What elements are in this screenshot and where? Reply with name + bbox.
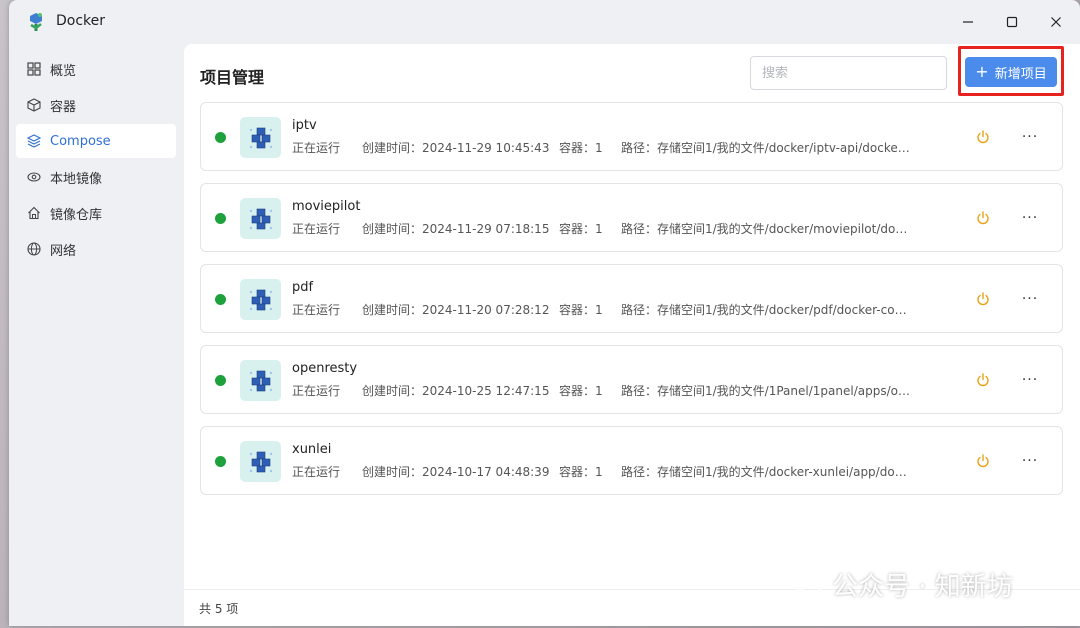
- compose-project-icon: [240, 198, 281, 239]
- docker-logo-icon: [27, 12, 47, 32]
- sidebar-item-local-images[interactable]: 本地镜像: [16, 160, 176, 194]
- project-container-count: 容器：1: [559, 303, 603, 317]
- sidebar-item-label: 网络: [50, 243, 77, 259]
- sidebar-item-label: 本地镜像: [50, 171, 103, 187]
- sidebar-item-label: 概览: [50, 63, 77, 79]
- project-card[interactable]: pdf 正在运行 创建时间：2024-11-20 07:28:12 容器：1 路径：存…: [200, 264, 1063, 333]
- sidebar-item-compose[interactable]: Compose: [16, 124, 176, 158]
- project-name[interactable]: openresty: [292, 361, 357, 376]
- more-options-icon[interactable]: ···: [1019, 127, 1041, 147]
- power-icon[interactable]: [973, 127, 993, 147]
- sidebar-item-containers[interactable]: 容器: [16, 88, 176, 122]
- plus-icon: +: [975, 62, 989, 81]
- running-status-dot: [215, 294, 226, 305]
- project-created-time: 创建时间：2024-11-29 07:18:15: [362, 222, 550, 236]
- project-name[interactable]: moviepilot: [292, 199, 360, 214]
- sidebar-item-label: 镜像仓库: [50, 207, 103, 223]
- project-path: 路径：存储空间1/我的文件/docker/iptv-api/docker-com…: [621, 141, 913, 155]
- close-button[interactable]: [1042, 10, 1070, 34]
- title-bar: Docker: [9, 0, 1080, 44]
- item-count: 共 5 项: [199, 602, 239, 616]
- power-icon[interactable]: [973, 208, 993, 228]
- more-options-icon[interactable]: ···: [1019, 208, 1041, 228]
- project-created-time: 创建时间：2024-11-20 07:28:12: [362, 303, 550, 317]
- project-container-count: 容器：1: [559, 465, 603, 479]
- project-meta: 正在运行 创建时间：2024-10-17 04:48:39 容器：1 路径：存储空间1…: [292, 463, 913, 480]
- watermark: 公众号 · 知新坊: [784, 565, 1013, 604]
- compose-project-icon: [240, 279, 281, 320]
- sidebar-item-overview[interactable]: 概览: [16, 52, 176, 86]
- cube-icon: [26, 97, 42, 113]
- more-options-icon[interactable]: ···: [1019, 289, 1041, 309]
- running-status-dot: [215, 456, 226, 467]
- project-container-count: 容器：1: [559, 141, 603, 155]
- power-icon[interactable]: [973, 370, 993, 390]
- project-name[interactable]: pdf: [292, 280, 313, 295]
- project-meta: 正在运行 创建时间：2024-11-29 10:45:43 容器：1 路径：存储空间1…: [292, 139, 913, 156]
- project-status: 正在运行: [292, 222, 341, 236]
- compose-project-icon: [240, 117, 281, 158]
- project-card[interactable]: moviepilot 正在运行 创建时间：2024-11-29 07:18:15 容…: [200, 183, 1063, 252]
- project-status: 正在运行: [292, 303, 341, 317]
- minimize-button[interactable]: [954, 10, 982, 34]
- sidebar-item-label: 容器: [50, 99, 77, 115]
- main-panel: 项目管理 + 新增项目 iptv 正在运行 创建时间：2024-11-29 10:…: [184, 44, 1080, 626]
- project-status: 正在运行: [292, 384, 341, 398]
- power-icon[interactable]: [973, 451, 993, 471]
- add-project-label: 新增项目: [994, 66, 1047, 82]
- sidebar-item-image-registry[interactable]: 镜像仓库: [16, 196, 176, 230]
- project-card[interactable]: openresty 正在运行 创建时间：2024-10-25 12:47:15 容器…: [200, 345, 1063, 414]
- project-created-time: 创建时间：2024-10-17 04:48:39: [362, 465, 550, 479]
- more-options-icon[interactable]: ···: [1019, 451, 1041, 471]
- grid-icon: [26, 61, 42, 77]
- project-name[interactable]: iptv: [292, 118, 317, 133]
- page-title: 项目管理: [200, 68, 265, 87]
- project-container-count: 容器：1: [559, 384, 603, 398]
- highlight-box: + 新增项目: [958, 46, 1064, 96]
- project-name[interactable]: xunlei: [292, 442, 331, 457]
- project-meta: 正在运行 创建时间：2024-10-25 12:47:15 容器：1 路径：存储空间1…: [292, 382, 913, 399]
- project-status: 正在运行: [292, 465, 341, 479]
- project-meta: 正在运行 创建时间：2024-11-20 07:28:12 容器：1 路径：存储空间1…: [292, 301, 913, 318]
- project-path: 路径：存储空间1/我的文件/docker/pdf/docker-compose.…: [621, 303, 913, 317]
- project-card[interactable]: xunlei 正在运行 创建时间：2024-10-17 04:48:39 容器：1 路…: [200, 426, 1063, 495]
- project-path: 路径：存储空间1/我的文件/docker-xunlei/app/docker-c…: [621, 465, 913, 479]
- search-input[interactable]: [750, 56, 947, 90]
- app-window: Docker 概览 容器 Compose 本地镜像 镜像仓库 网络 项目管理 搜…: [9, 0, 1080, 626]
- more-options-icon[interactable]: ···: [1019, 370, 1041, 390]
- wechat-icon: [784, 565, 824, 604]
- add-project-button[interactable]: + 新增项目: [965, 57, 1057, 87]
- project-created-time: 创建时间：2024-11-29 10:45:43: [362, 141, 550, 155]
- running-status-dot: [215, 132, 226, 143]
- compose-project-icon: [240, 441, 281, 482]
- project-meta: 正在运行 创建时间：2024-11-29 07:18:15 容器：1 路径：存储空间1…: [292, 220, 913, 237]
- sidebar-item-label: Compose: [50, 133, 111, 149]
- compose-project-icon: [240, 360, 281, 401]
- sidebar: 概览 容器 Compose 本地镜像 镜像仓库 网络: [9, 44, 184, 626]
- running-status-dot: [215, 375, 226, 386]
- eye-icon: [26, 169, 42, 185]
- running-status-dot: [215, 213, 226, 224]
- project-card[interactable]: iptv 正在运行 创建时间：2024-11-29 10:45:43 容器：1 路径：…: [200, 102, 1063, 171]
- layers-icon: [26, 133, 42, 149]
- maximize-button[interactable]: [998, 10, 1026, 34]
- project-status: 正在运行: [292, 141, 341, 155]
- project-path: 路径：存储空间1/我的文件/1Panel/1panel/apps/openres…: [621, 384, 913, 398]
- project-container-count: 容器：1: [559, 222, 603, 236]
- home-icon: [26, 205, 42, 221]
- power-icon[interactable]: [973, 289, 993, 309]
- project-created-time: 创建时间：2024-10-25 12:47:15: [362, 384, 550, 398]
- sidebar-item-network[interactable]: 网络: [16, 232, 176, 266]
- project-path: 路径：存储空间1/我的文件/docker/moviepilot/docker-c…: [621, 222, 913, 236]
- app-title: Docker: [56, 13, 106, 29]
- watermark-text: 公众号 · 知新坊: [832, 571, 1013, 602]
- globe-icon: [26, 241, 42, 257]
